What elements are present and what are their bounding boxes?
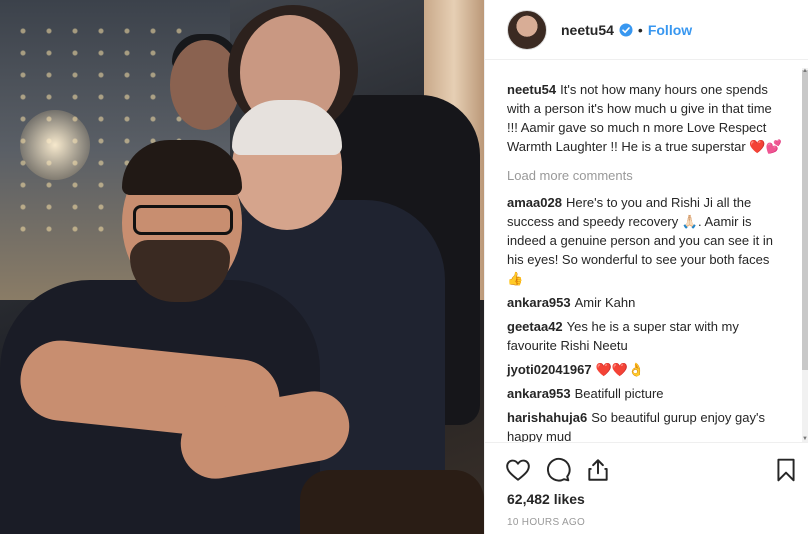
comment-username[interactable]: jyoti02041967 [507,362,592,377]
comment-username[interactable]: amaa028 [507,195,562,210]
post-side-panel: neetu54 • Follow neetu54 It's not how man… [484,0,808,534]
comments-scrollbar-thumb[interactable] [802,70,808,370]
header-username[interactable]: neetu54 [561,22,614,38]
header-separator: • [637,21,643,38]
comment-text: Amir Kahn [574,295,636,310]
comment-item: ankara953 Amir Kahn [507,293,785,312]
comment-item: jyoti02041967 ❤️❤️👌 [507,360,785,379]
comment-text: ❤️❤️👌 [595,362,645,377]
post-timestamp[interactable]: 10 HOURS AGO [507,517,585,528]
comment-item: harishahuja6 So beautiful gurup enjoy gay… [507,408,785,442]
photo-man-front-glasses [133,205,233,235]
post-actions: 62,482 likes 10 HOURS AGO [485,442,808,534]
comment-item: ankara953 Beatifull picture [507,384,785,403]
load-more-comments-button[interactable]: Load more comments [507,166,785,185]
verified-badge-icon [619,23,633,36]
likes-count[interactable]: 62,482 likes [507,491,585,507]
caption: neetu54 It's not how many hours one spend… [507,80,785,156]
post-header: neetu54 • Follow [485,0,808,60]
comment-username[interactable]: geetaa42 [507,319,563,334]
comment-item: geetaa42 Yes he is a super star with my f… [507,317,785,355]
caption-username[interactable]: neetu54 [507,82,556,97]
photo-lamp [20,110,90,180]
comment-item: amaa028 Here's to you and Rishi Ji all th… [507,193,785,288]
comment-username[interactable]: ankara953 [507,386,571,401]
comment-text: Beatifull picture [574,386,664,401]
post-photo[interactable] [0,0,484,534]
bookmark-icon[interactable] [773,457,799,483]
comment-username[interactable]: ankara953 [507,295,571,310]
share-icon[interactable] [585,457,611,483]
comment-username[interactable]: harishahuja6 [507,410,587,425]
avatar[interactable] [507,9,547,50]
comments-list[interactable]: neetu54 It's not how many hours one spend… [485,60,803,442]
heart-icon[interactable] [505,457,531,483]
scroll-up-arrow-icon[interactable]: ▲ [802,68,808,74]
follow-button[interactable]: Follow [648,22,692,38]
comment-bubble-icon[interactable] [545,457,571,483]
photo-sofa [300,470,484,534]
